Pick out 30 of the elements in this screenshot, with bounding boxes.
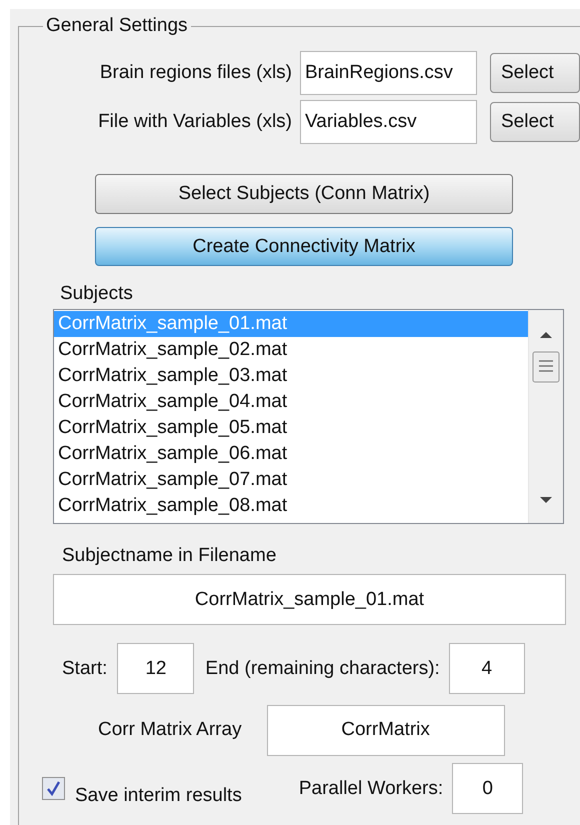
file-field[interactable]: BrainRegions.csv [300, 51, 477, 95]
field-label: Subjectname in Filename [62, 545, 276, 566]
field-label: End (remaining characters): [205, 658, 440, 680]
select-subjects-button[interactable]: Select Subjects (Conn Matrix) [95, 174, 513, 214]
field-label: File with Variables (xls) [97, 111, 293, 133]
list-item[interactable]: CorrMatrix_sample_07.mat [54, 467, 528, 493]
select-button[interactable]: Select [490, 53, 580, 93]
list-item[interactable]: CorrMatrix_sample_08.mat [54, 493, 528, 519]
file-field[interactable]: Variables.csv [300, 100, 477, 144]
start-field[interactable]: 12 [117, 643, 194, 694]
list-item[interactable]: CorrMatrix_sample_02.mat [54, 337, 528, 363]
subjects-listbox[interactable]: CorrMatrix_sample_01.mat CorrMatrix_sample_02.mat CorrMatrix_sample_03.mat CorrMatrix_sample_04.mat CorrMatrix_sample_05.mat CorrMatrix_sample_06.mat CorrMatrix_sample_07.mat CorrMatrix_sample_08.mat [53, 309, 564, 524]
field-label: Brain regions files (xls) [98, 62, 293, 84]
field-label: Corr Matrix Array [98, 719, 242, 741]
list-item[interactable]: CorrMatrix_sample_04.mat [54, 389, 528, 415]
workers-field[interactable]: 0 [452, 763, 524, 814]
array-field[interactable]: CorrMatrix [266, 704, 505, 756]
end-field[interactable]: 4 [448, 643, 525, 694]
subjectname-field[interactable]: CorrMatrix_sample_01.mat [53, 574, 566, 625]
list-item[interactable]: CorrMatrix_sample_06.mat [54, 441, 528, 467]
list-label: Subjects [60, 283, 133, 304]
list-item[interactable]: CorrMatrix_sample_05.mat [54, 415, 528, 441]
checkbox[interactable] [42, 777, 65, 800]
group-title: General Settings [43, 14, 191, 38]
select-button[interactable]: Select [490, 102, 580, 142]
field-label: Parallel Workers: [298, 778, 444, 800]
list-item[interactable]: CorrMatrix_sample_03.mat [54, 363, 528, 389]
field-label: Start: [62, 658, 108, 680]
checkbox-label: Save interim results [75, 784, 242, 806]
create-matrix-button[interactable]: Create Connectivity Matrix [95, 227, 513, 266]
